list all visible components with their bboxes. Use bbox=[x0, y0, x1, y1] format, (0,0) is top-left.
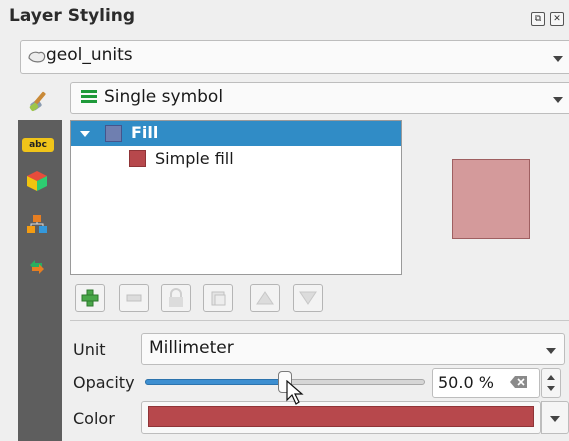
symbol-preview bbox=[452, 159, 530, 239]
remove-symbol-layer-button[interactable] bbox=[119, 284, 149, 312]
opacity-label: Opacity bbox=[73, 373, 135, 392]
float-icon[interactable]: ⧉ bbox=[531, 12, 545, 26]
polygon-layer-icon bbox=[28, 51, 46, 63]
move-up-button[interactable] bbox=[250, 284, 280, 312]
mouse-cursor-icon bbox=[286, 380, 304, 405]
unit-label: Unit bbox=[73, 340, 106, 359]
plus-icon bbox=[81, 289, 99, 307]
color-swatch bbox=[148, 406, 534, 427]
chevron-down-icon bbox=[550, 416, 560, 422]
move-down-button[interactable] bbox=[293, 284, 323, 312]
diagrams-icon[interactable] bbox=[25, 213, 49, 237]
simple-fill-swatch bbox=[129, 150, 146, 167]
clear-icon[interactable] bbox=[510, 375, 528, 389]
layer-name: geol_units bbox=[46, 45, 133, 65]
renderer-label: Single symbol bbox=[104, 87, 224, 107]
spin-up-down-icon bbox=[547, 375, 555, 391]
add-symbol-layer-button[interactable] bbox=[75, 284, 105, 312]
expand-arrow-icon[interactable] bbox=[80, 131, 90, 137]
labels-icon[interactable]: abc bbox=[22, 138, 54, 152]
fill-symbol-icon bbox=[105, 125, 122, 142]
panel-title: Layer Styling bbox=[9, 6, 136, 26]
up-arrow-icon bbox=[256, 291, 274, 305]
single-symbol-icon bbox=[81, 90, 97, 103]
minus-icon bbox=[126, 294, 142, 302]
duplicate-icon bbox=[211, 291, 226, 306]
3d-view-icon[interactable] bbox=[25, 169, 49, 193]
history-icon[interactable] bbox=[25, 255, 49, 279]
duplicate-layer-button[interactable] bbox=[203, 284, 233, 312]
opacity-spin-arrows[interactable] bbox=[541, 368, 561, 398]
lock-icon bbox=[169, 288, 183, 307]
lock-color-button[interactable] bbox=[161, 284, 191, 312]
chevron-down-icon[interactable] bbox=[546, 348, 556, 354]
color-label: Color bbox=[73, 409, 115, 428]
tree-fill-label: Fill bbox=[131, 123, 159, 142]
color-dropdown-button[interactable] bbox=[541, 401, 569, 434]
tree-simple-fill-label[interactable]: Simple fill bbox=[155, 149, 234, 168]
symbology-icon[interactable] bbox=[28, 87, 54, 113]
chevron-down-icon[interactable] bbox=[553, 97, 563, 103]
down-arrow-icon bbox=[299, 291, 317, 305]
opacity-slider-fill bbox=[145, 379, 285, 385]
unit-value: Millimeter bbox=[149, 338, 234, 358]
chevron-down-icon[interactable] bbox=[553, 56, 563, 62]
close-icon[interactable]: ✕ bbox=[550, 12, 564, 26]
opacity-value: 50.0 % bbox=[438, 373, 494, 392]
section-divider bbox=[70, 320, 569, 321]
